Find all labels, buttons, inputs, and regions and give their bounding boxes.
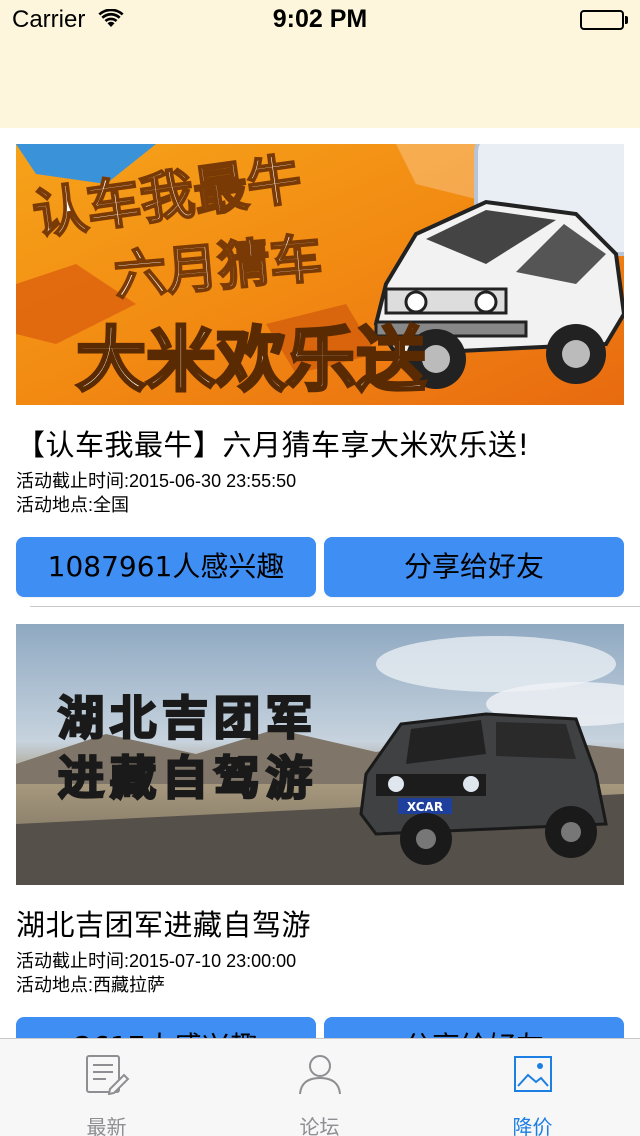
tab-label: 降价 xyxy=(512,1115,553,1136)
banner-text-line3: 大米欢乐送 xyxy=(76,319,426,401)
activity-feed[interactable]: 认车我最牛 六月猜车 大米欢乐送 【认车我最牛】六月猜车享大米欢乐送! 活动截止… xyxy=(0,128,640,1038)
activity-location: 活动地点:西藏拉萨 xyxy=(16,975,166,995)
activity-actions: 1087961人感兴趣 分享给好友 xyxy=(16,537,624,597)
tab-forum[interactable]: 论坛 xyxy=(213,1039,426,1136)
tab-label: 最新 xyxy=(86,1115,127,1136)
banner-plate-text: XCAR xyxy=(407,800,443,814)
status-time: 9:02 PM xyxy=(272,5,368,33)
tab-bar: 最新 论坛 降价 xyxy=(0,1038,640,1136)
screen: Carrier 9:02 PM 认车我最牛 六月猜车 大米欢乐送 【认车我最牛】… xyxy=(0,0,640,1136)
activity-actions: 2617人感兴趣 分享给好友 xyxy=(16,1017,624,1038)
activity-banner-image[interactable]: XCAR 湖北吉团军 进藏自驾游 xyxy=(16,624,624,885)
activity-title[interactable]: 【认车我最牛】六月猜车享大米欢乐送! xyxy=(16,427,624,463)
banner-text-line2: 进藏自驾游 xyxy=(58,751,318,805)
activity-card: XCAR 湖北吉团军 进藏自驾游 湖北吉团军进藏自驾游 活动截止时间:2015-… xyxy=(16,624,624,1038)
tab-latest[interactable]: 最新 xyxy=(0,1039,213,1136)
activity-title[interactable]: 湖北吉团军进藏自驾游 xyxy=(16,907,624,943)
image-icon xyxy=(510,1053,556,1099)
activity-location: 活动地点:全国 xyxy=(16,495,130,515)
activity-banner-image[interactable]: 认车我最牛 六月猜车 大米欢乐送 xyxy=(16,144,624,405)
document-edit-icon xyxy=(84,1053,130,1099)
battery-icon xyxy=(580,10,628,30)
card-divider xyxy=(30,606,640,607)
share-button[interactable]: 分享给好友 xyxy=(324,537,624,597)
activity-deadline: 活动截止时间:2015-06-30 23:55:50 xyxy=(16,471,297,491)
navigation-bar: Carrier 9:02 PM xyxy=(0,0,640,128)
activity-deadline: 活动截止时间:2015-07-10 23:00:00 xyxy=(16,951,297,971)
banner-text-line1: 湖北吉团军 xyxy=(58,691,318,745)
tab-label: 论坛 xyxy=(299,1115,340,1136)
person-icon xyxy=(297,1053,343,1099)
interest-button[interactable]: 2617人感兴趣 xyxy=(16,1017,316,1038)
tab-price-drop[interactable]: 降价 xyxy=(426,1039,639,1136)
share-button[interactable]: 分享给好友 xyxy=(324,1017,624,1038)
status-bar: Carrier 9:02 PM xyxy=(0,0,640,40)
activity-card: 认车我最牛 六月猜车 大米欢乐送 【认车我最牛】六月猜车享大米欢乐送! 活动截止… xyxy=(16,144,624,597)
interest-button[interactable]: 1087961人感兴趣 xyxy=(16,537,316,597)
